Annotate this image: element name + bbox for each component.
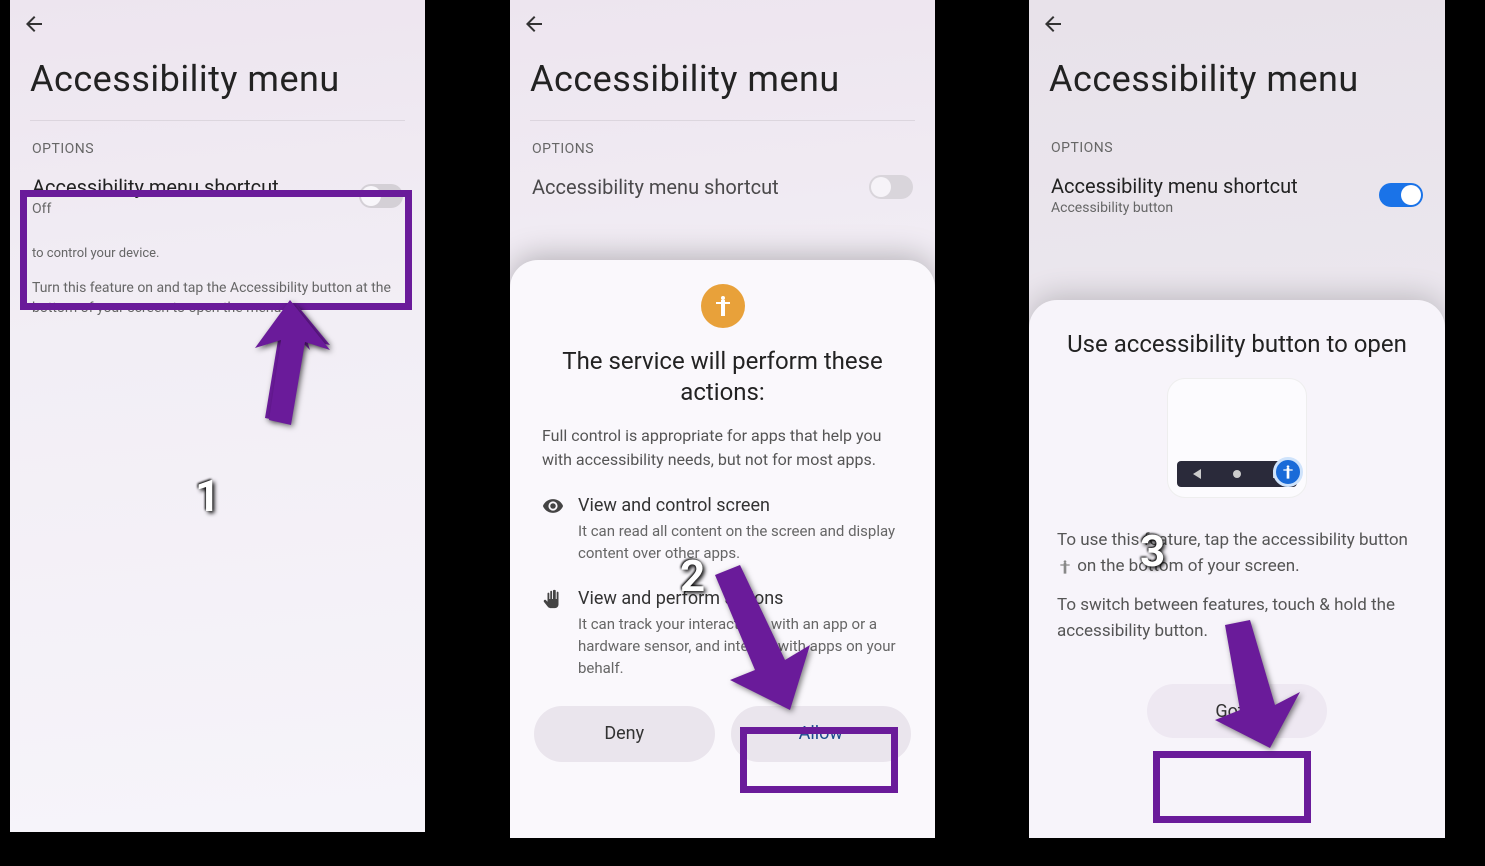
section-header-options: OPTIONS: [10, 121, 425, 165]
section-header-options: OPTIONS: [510, 121, 935, 165]
back-button[interactable]: [10, 0, 58, 48]
description-instructions: Turn this feature on and tap the Accessi…: [10, 271, 425, 326]
sheet-body-1: To use this feature, tap the accessibili…: [1057, 528, 1417, 579]
accessibility-button-icon: [1273, 457, 1303, 487]
setting-subtitle: Accessibility button: [1051, 200, 1379, 216]
back-button[interactable]: [1029, 0, 1077, 48]
description-partial: to control your device.: [10, 227, 425, 271]
setting-title: Accessibility menu shortcut: [32, 175, 359, 199]
screen-2: Accessibility menu OPTIONS Accessibility…: [510, 0, 935, 838]
arrow-left-icon: [522, 12, 546, 36]
page-title: Accessibility menu: [10, 48, 425, 120]
sheet-title: The service will perform these actions:: [510, 346, 935, 424]
back-button[interactable]: [510, 0, 558, 48]
permission-title: View and control screen: [578, 493, 903, 519]
shortcut-toggle: [869, 175, 913, 199]
illustration-navbar: [1167, 378, 1307, 498]
permission-desc: It can read all content on the screen an…: [578, 521, 903, 565]
page-title: Accessibility menu: [1029, 48, 1445, 120]
setting-title: Accessibility menu shortcut: [532, 175, 869, 199]
nav-back-icon: [1193, 469, 1201, 479]
shortcut-toggle[interactable]: [1379, 183, 1423, 207]
setting-title: Accessibility menu shortcut: [1051, 174, 1379, 198]
permission-perform-actions: View and perform actions It can track yo…: [542, 586, 903, 679]
permission-view-screen: View and control screen It can read all …: [542, 493, 903, 565]
setting-subtitle: Off: [32, 201, 359, 217]
info-sheet: Use accessibility button to open To use …: [1029, 300, 1445, 838]
got-it-button[interactable]: Got it: [1147, 684, 1327, 738]
accessibility-icon: [701, 284, 745, 328]
screen-1: Accessibility menu OPTIONS Accessibility…: [10, 0, 425, 832]
arrow-left-icon: [1041, 12, 1065, 36]
eye-icon: [542, 493, 564, 565]
sheet-title: Use accessibility button to open: [1057, 330, 1417, 358]
setting-accessibility-shortcut: Accessibility menu shortcut: [510, 165, 935, 209]
sheet-intro: Full control is appropriate for apps tha…: [510, 424, 935, 470]
screen-3: Accessibility menu OPTIONS Accessibility…: [1029, 0, 1445, 838]
permission-sheet: The service will perform these actions: …: [510, 260, 935, 838]
shortcut-toggle[interactable]: [359, 184, 403, 208]
hand-icon: [542, 586, 564, 679]
permission-title: View and perform actions: [578, 586, 903, 612]
permission-desc: It can track your interactions with an a…: [578, 614, 903, 679]
section-header-options: OPTIONS: [1029, 120, 1445, 164]
sheet-body-2: To switch between features, touch & hold…: [1057, 593, 1417, 644]
accessibility-inline-icon: [1057, 558, 1073, 574]
allow-button[interactable]: Allow: [731, 706, 912, 762]
arrow-left-icon: [22, 12, 46, 36]
deny-button[interactable]: Deny: [534, 706, 715, 762]
nav-home-icon: [1233, 470, 1241, 478]
setting-accessibility-shortcut[interactable]: Accessibility menu shortcut Accessibilit…: [1029, 164, 1445, 226]
page-title: Accessibility menu: [510, 48, 935, 120]
setting-accessibility-shortcut[interactable]: Accessibility menu shortcut Off: [10, 165, 425, 227]
